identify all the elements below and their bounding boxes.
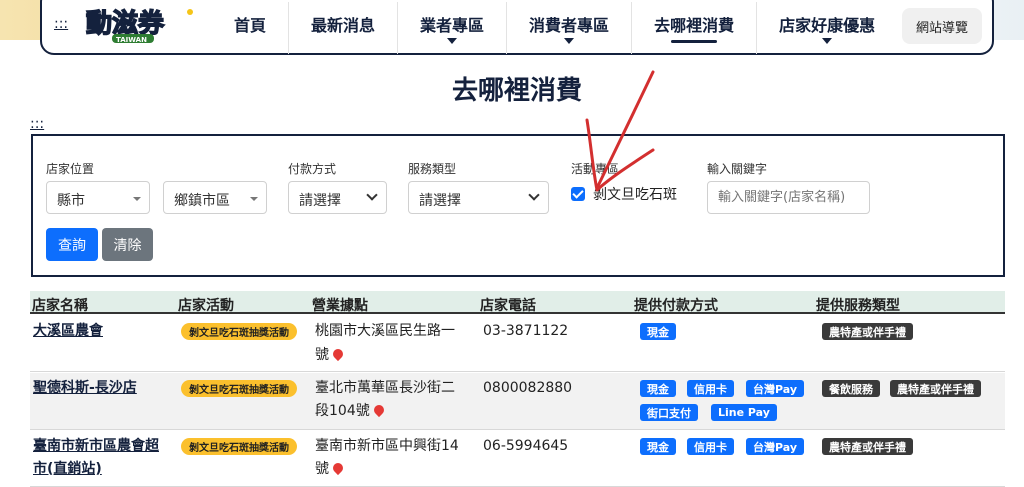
chevron-down-icon (366, 189, 378, 201)
col-payment: 提供付款方式 (634, 298, 718, 314)
payment-badge: 台灣Pay (746, 438, 805, 455)
skip-link[interactable]: ::: (54, 16, 68, 32)
table-row: 臺南市新市區農會超 市(直銷站) 剝文旦吃石斑抽獎活動 臺南市新市區中興街14 … (30, 431, 1005, 487)
payment-badge: 台灣Pay (746, 380, 805, 397)
sitemap-button[interactable]: 網站導覽 (902, 8, 982, 44)
site-logo[interactable]: 動滋券 TAIWAN (82, 2, 200, 46)
page-title: 去哪裡消費 (451, 76, 582, 106)
nav-label: 去哪裡消費 (654, 16, 735, 35)
phone-number: 03-3871122 (483, 323, 569, 339)
keyword-label: 輸入關鍵字 (707, 162, 768, 176)
event-badge: 剝文旦吃石斑抽獎活動 (181, 438, 297, 455)
event-badge: 剝文旦吃石斑抽獎活動 (181, 323, 297, 340)
store-name-link[interactable]: 臺南市新市區農會超 (33, 435, 159, 458)
address-line-2: 段104號 (315, 403, 370, 419)
nav-menu: 首頁 最新消息 業者專區 消費者專區 去哪裡消費 店家好康優惠 (212, 2, 897, 54)
payment-badge: 街口支付 (640, 404, 698, 421)
svg-text:TAIWAN: TAIWAN (116, 36, 147, 44)
nav-label: 最新消息 (311, 16, 376, 35)
nav-label: 消費者專區 (529, 16, 610, 35)
service-label: 服務類型 (408, 162, 457, 176)
main-navbar: ::: 動滋券 TAIWAN 首頁 最新消息 業者專區 消費者專區 去哪裡消費 … (40, 0, 994, 55)
nav-item-home[interactable]: 首頁 (212, 2, 288, 54)
address-line-2: 號 (315, 461, 329, 477)
store-name-link[interactable]: 大溪區農會 (33, 320, 103, 343)
caret-down-icon (447, 38, 458, 44)
nav-label: 業者專區 (420, 16, 485, 35)
city-select[interactable]: 縣市 (46, 181, 150, 214)
event-badge: 剝文旦吃石斑抽獎活動 (181, 380, 297, 397)
address-line: 號 (315, 344, 346, 367)
location-label: 店家位置 (46, 162, 95, 176)
district-select-value: 鄉鎮市區 (174, 193, 230, 209)
nav-item-news[interactable]: 最新消息 (288, 2, 397, 54)
nav-item-where-to-spend[interactable]: 去哪裡消費 (631, 2, 756, 54)
service-badge: 餐飲服務 (822, 380, 880, 397)
payment-label: 付款方式 (288, 162, 337, 176)
store-name-link[interactable]: 市(直銷站) (33, 458, 102, 481)
service-badge: 農特產或伴手禮 (890, 380, 981, 397)
city-select-value: 縣市 (57, 193, 85, 209)
service-badge: 農特產或伴手禮 (822, 438, 913, 455)
keyword-input[interactable] (707, 181, 870, 214)
annotation-arrow-icon (585, 70, 655, 192)
payment-badge: 現金 (640, 380, 676, 397)
location-pin-icon[interactable] (371, 402, 386, 418)
col-service: 提供服務類型 (816, 298, 900, 314)
chevron-down-icon (528, 189, 540, 201)
nav-label: 首頁 (234, 16, 267, 35)
address-line-2: 號 (315, 347, 329, 363)
caret-down-icon (250, 197, 258, 201)
address-line: 桃園市大溪區民生路一 (315, 323, 455, 339)
table-row: 聖德科斯-長沙店 剝文旦吃石斑抽獎活動 臺北市萬華區長沙街二 段104號 080… (30, 373, 1005, 430)
payment-badge: Line Pay (711, 404, 777, 421)
clear-button[interactable]: 清除 (102, 228, 153, 261)
address-line: 臺北市萬華區長沙街二 (315, 380, 455, 396)
payment-badge: 信用卡 (687, 438, 734, 455)
caret-down-icon (564, 38, 575, 44)
service-badge: 農特產或伴手禮 (822, 323, 913, 340)
col-phone: 店家電話 (480, 298, 536, 314)
table-row: 大溪區農會 剝文旦吃石斑抽獎活動 桃園市大溪區民生路一 號 03-3871122… (30, 316, 1005, 372)
active-indicator (671, 40, 718, 43)
payment-badge: 現金 (640, 438, 676, 455)
phone-number: 0800082880 (483, 380, 573, 396)
address-line: 臺南市新市區中興街14 (315, 438, 459, 454)
service-select[interactable]: 請選擇 (408, 181, 549, 214)
col-store-name: 店家名稱 (32, 298, 88, 314)
col-address: 營業據點 (312, 298, 368, 314)
address-line: 段104號 (315, 400, 386, 423)
table-header: 店家名稱 店家活動 營業據點 店家電話 提供付款方式 提供服務類型 (30, 291, 1005, 314)
location-pin-icon[interactable] (330, 460, 346, 476)
nav-item-consumer[interactable]: 消費者專區 (506, 2, 631, 54)
store-name-link[interactable]: 聖德科斯-長沙店 (33, 377, 137, 400)
filter-panel: 店家位置 縣市 鄉鎮市區 付款方式 請選擇 服務類型 請選擇 活動專區 剝文旦吃… (31, 134, 1005, 277)
search-button[interactable]: 查詢 (46, 228, 98, 261)
address-line: 號 (315, 458, 346, 481)
phone-number: 06-5994645 (483, 438, 569, 454)
payment-select-value: 請選擇 (299, 193, 341, 209)
payment-badge: 信用卡 (687, 380, 734, 397)
service-select-value: 請選擇 (419, 193, 461, 209)
payment-select[interactable]: 請選擇 (288, 181, 387, 214)
nav-item-offers[interactable]: 店家好康優惠 (756, 2, 897, 54)
nav-item-vendor[interactable]: 業者專區 (397, 2, 506, 54)
location-pin-icon[interactable] (330, 346, 346, 362)
caret-down-icon (822, 38, 833, 44)
payment-badge: 現金 (640, 323, 676, 340)
col-activity: 店家活動 (178, 298, 234, 314)
content-skip-link[interactable]: ::: (30, 116, 44, 132)
nav-label: 店家好康優惠 (779, 16, 876, 35)
district-select[interactable]: 鄉鎮市區 (163, 181, 267, 214)
caret-down-icon (133, 197, 141, 201)
